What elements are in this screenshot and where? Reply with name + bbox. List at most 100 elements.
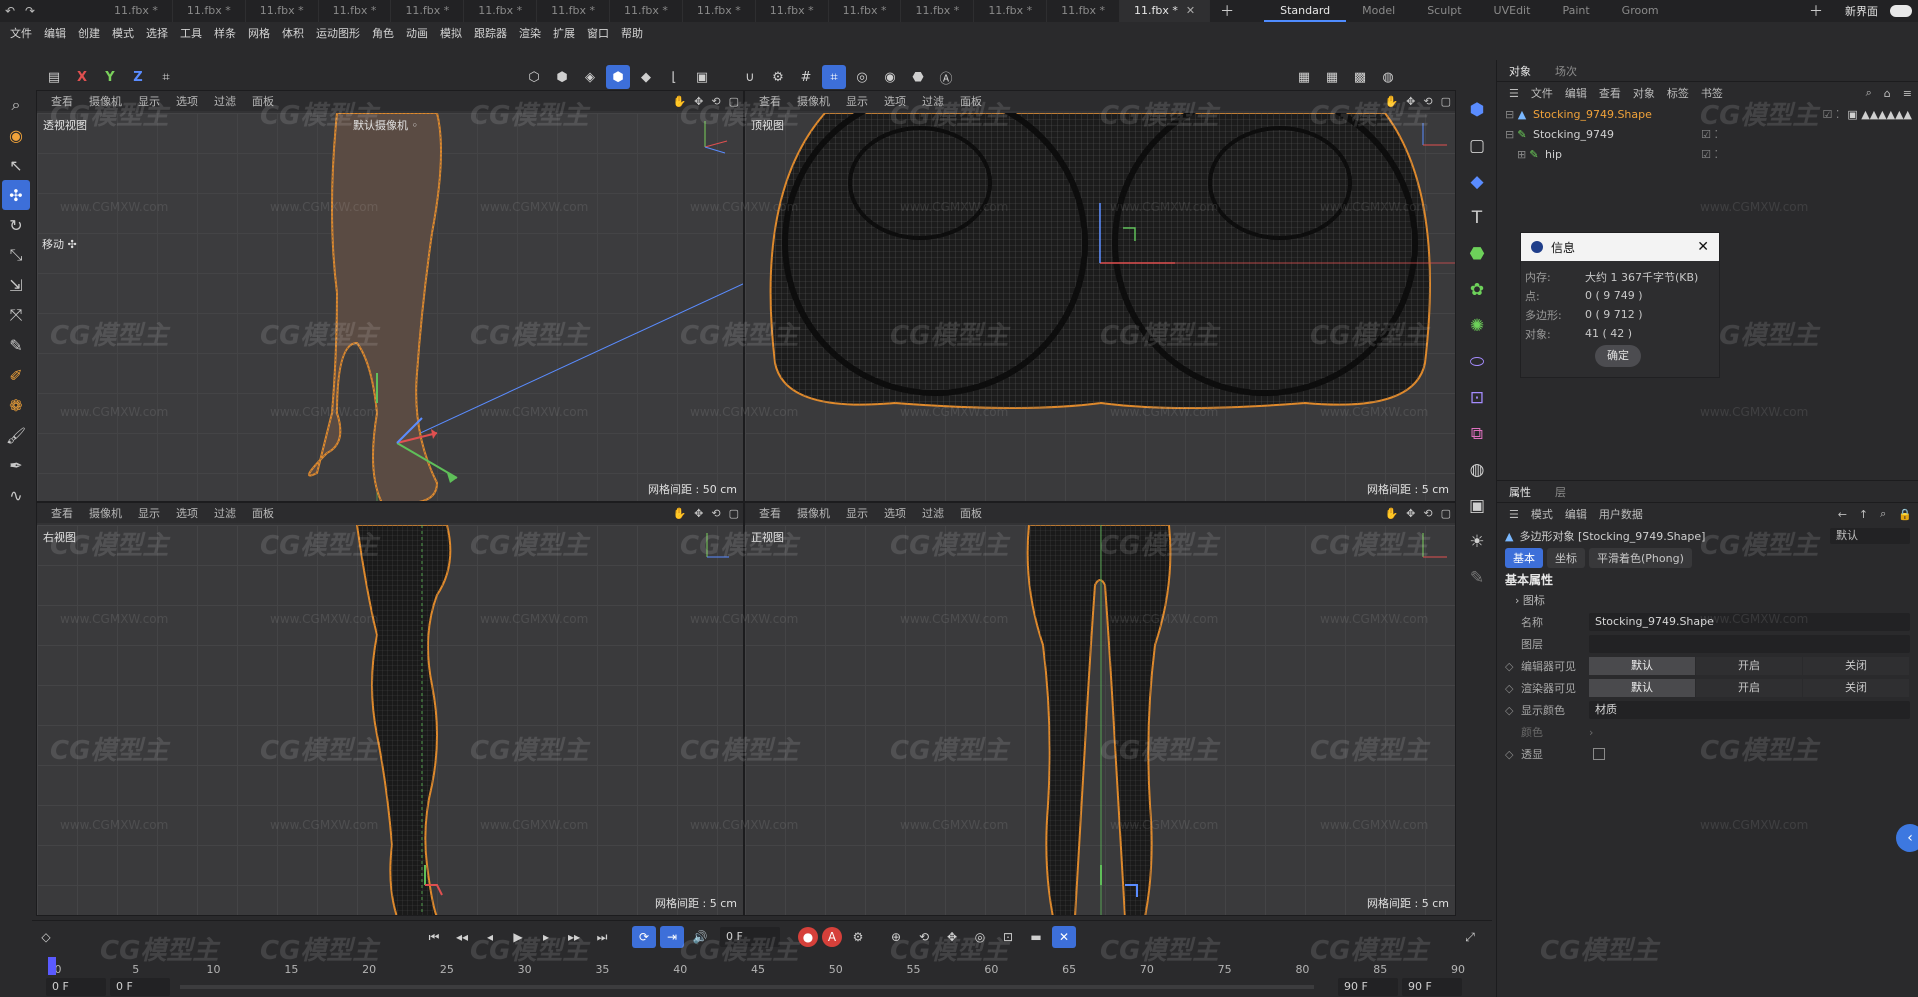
prev-key-icon[interactable]: ◂◂	[450, 926, 474, 948]
obj-menu-tags[interactable]: 标签	[1661, 85, 1695, 101]
filter-icon[interactable]: ≡	[1897, 87, 1918, 100]
tags-icon[interactable]: ▣ ▲▲▲▲▲▲	[1847, 108, 1912, 121]
generator-icon[interactable]: ⬣	[1463, 236, 1491, 272]
menu-item[interactable]: 角色	[366, 25, 400, 41]
hamburger-icon[interactable]: ☰	[1503, 508, 1525, 521]
record-scale-icon[interactable]: ✥	[940, 926, 964, 948]
rotate-view-icon[interactable]: ⟲	[707, 507, 724, 520]
axis-mode-icon[interactable]: ⌊	[662, 65, 686, 89]
frame-ruler[interactable]: 0 5 10 15 20 25 30 35 40 45 50 55 60 65 70 75 80 85 90	[48, 955, 1466, 977]
attr-menu-mode[interactable]: 模式	[1525, 506, 1559, 522]
edit-pen-icon[interactable]: ✎	[1463, 560, 1491, 596]
rotate-tool-icon[interactable]: ↻	[2, 210, 30, 240]
expand-icon[interactable]: ⊟	[1505, 128, 1515, 141]
coordinate-system-icon[interactable]: ⌗	[154, 65, 178, 89]
layout-tab[interactable]: Groom	[1606, 0, 1675, 22]
move-view-icon[interactable]: ✥	[690, 507, 707, 520]
menu-item[interactable]: 运动图形	[310, 25, 366, 41]
option-default[interactable]: 默认	[1589, 679, 1695, 697]
snap-scale-icon[interactable]: ⤧	[2, 300, 30, 330]
menu-item[interactable]: 文件	[4, 25, 38, 41]
search-icon[interactable]: ⌕	[2, 90, 30, 120]
viewport-solo-icon[interactable]: ⬣	[906, 65, 930, 89]
menu-panel[interactable]: 面板	[952, 505, 990, 521]
rotate-view-icon[interactable]: ⟲	[1419, 507, 1436, 520]
auto-key-icon[interactable]: A	[822, 927, 842, 947]
search-icon[interactable]: ⌕	[1874, 507, 1892, 521]
object-row[interactable]: ⊟ ✎ Stocking_9749 ☑ ⁚	[1497, 124, 1918, 144]
add-layout-icon[interactable]: ＋	[1799, 1, 1833, 21]
option-on[interactable]: 开启	[1696, 657, 1802, 675]
tab-attributes[interactable]: 属性	[1497, 484, 1543, 500]
render-region-icon[interactable]: ▦	[1292, 65, 1316, 89]
visibility-icon[interactable]: ☑ ⁚	[1701, 128, 1718, 141]
menu-item[interactable]: 渲染	[513, 25, 547, 41]
knife-icon[interactable]: ✎	[2, 330, 30, 360]
lock-x-button[interactable]: X	[70, 65, 94, 89]
record-icon[interactable]: ●	[798, 927, 818, 947]
keyframe-diamond-icon[interactable]: ◇	[1505, 748, 1517, 761]
chevron-right-icon[interactable]: ›	[1589, 726, 1593, 739]
playback-range-icon[interactable]: ⇥	[660, 926, 684, 948]
cloner-icon[interactable]: ❁	[2, 390, 30, 420]
redo-icon[interactable]: ↷	[20, 4, 40, 18]
camera-icon[interactable]: ▣	[1463, 488, 1491, 524]
menu-filter[interactable]: 过滤	[914, 505, 952, 521]
menu-item[interactable]: 模式	[106, 25, 140, 41]
timeline-icon[interactable]: ▬	[1024, 926, 1048, 948]
menu-item[interactable]: 编辑	[38, 25, 72, 41]
menu-options[interactable]: 选项	[876, 505, 914, 521]
obj-menu-edit[interactable]: 编辑	[1559, 85, 1593, 101]
motion-clip-icon[interactable]: ✕	[1052, 926, 1076, 948]
field-icon[interactable]: ⊡	[1463, 380, 1491, 416]
up-arrow-icon[interactable]: ↑	[1853, 508, 1874, 521]
cube-icon[interactable]: ◆	[1463, 164, 1491, 200]
undo-icon[interactable]: ↶	[0, 4, 20, 18]
cube-primitive-icon[interactable]: ⬢	[1463, 92, 1491, 128]
layout-tab[interactable]: Model	[1346, 0, 1411, 22]
menu-item[interactable]: 工具	[174, 25, 208, 41]
selection-icon[interactable]: ↖	[2, 150, 30, 180]
expand-icon[interactable]: ⊞	[1517, 148, 1527, 161]
sculpt-icon[interactable]: ∿	[2, 480, 30, 510]
obj-menu-object[interactable]: 对象	[1627, 85, 1661, 101]
transform-tool-icon[interactable]: ⇲	[2, 270, 30, 300]
menu-filter[interactable]: 过滤	[914, 93, 952, 109]
object-row[interactable]: ⊟ ▲ Stocking_9749.Shape ☑ ⁚ ▣ ▲▲▲▲▲▲	[1497, 104, 1918, 124]
obj-menu-file[interactable]: 文件	[1525, 85, 1559, 101]
key-settings-icon[interactable]: ⚙	[846, 926, 870, 948]
lock-y-button[interactable]: Y	[98, 65, 122, 89]
right-viewport[interactable]: 查看 摄像机 显示 选项 过滤 面板 ✋ ✥ ⟲ ▢ 右视图 网格间距 : 5 cm	[36, 502, 744, 916]
display-color-select[interactable]: 材质	[1589, 701, 1910, 719]
rotate-view-icon[interactable]: ⟲	[1419, 95, 1436, 108]
document-tab[interactable]: 11.fbx *	[1047, 0, 1121, 22]
home-icon[interactable]: ⌂	[1878, 87, 1897, 100]
keyframe-diamond-icon[interactable]: ◇	[1505, 660, 1517, 673]
live-selection-icon[interactable]: ◉	[2, 120, 30, 150]
mode-select[interactable]: 默认	[1830, 528, 1910, 544]
ok-button[interactable]: 确定	[1595, 345, 1641, 367]
maximize-icon[interactable]: ▢	[1437, 507, 1455, 520]
pan-icon[interactable]: ✋	[668, 95, 690, 108]
layer-field[interactable]	[1589, 635, 1910, 653]
menu-panel[interactable]: 面板	[244, 93, 282, 109]
record-rotation-icon[interactable]: ⟲	[912, 926, 936, 948]
maximize-icon[interactable]: ▢	[1437, 95, 1455, 108]
render-picture-icon[interactable]: ▦	[1320, 65, 1344, 89]
record-pla-icon[interactable]: ⊡	[996, 926, 1020, 948]
pen-icon[interactable]: ✐	[2, 360, 30, 390]
range-slider[interactable]	[180, 985, 1314, 989]
document-tab[interactable]: 11.fbx *	[756, 0, 829, 22]
layout-tab[interactable]: Standard	[1264, 0, 1347, 22]
document-tab[interactable]: 11.fbx *	[683, 0, 756, 22]
menu-panel[interactable]: 面板	[244, 505, 282, 521]
menu-options[interactable]: 选项	[168, 93, 206, 109]
edges-mode-icon[interactable]: ⬢	[550, 65, 574, 89]
spline-rect-icon[interactable]: ▢	[1463, 128, 1491, 164]
layout-tab[interactable]: Sculpt	[1411, 0, 1477, 22]
tab-objects[interactable]: 对象	[1497, 63, 1543, 79]
volume-icon[interactable]: ⧉	[1463, 416, 1491, 452]
new-ui-toggle[interactable]	[1890, 5, 1912, 17]
render-settings-icon[interactable]: ▩	[1348, 65, 1372, 89]
maximize-icon[interactable]: ▢	[725, 95, 743, 108]
